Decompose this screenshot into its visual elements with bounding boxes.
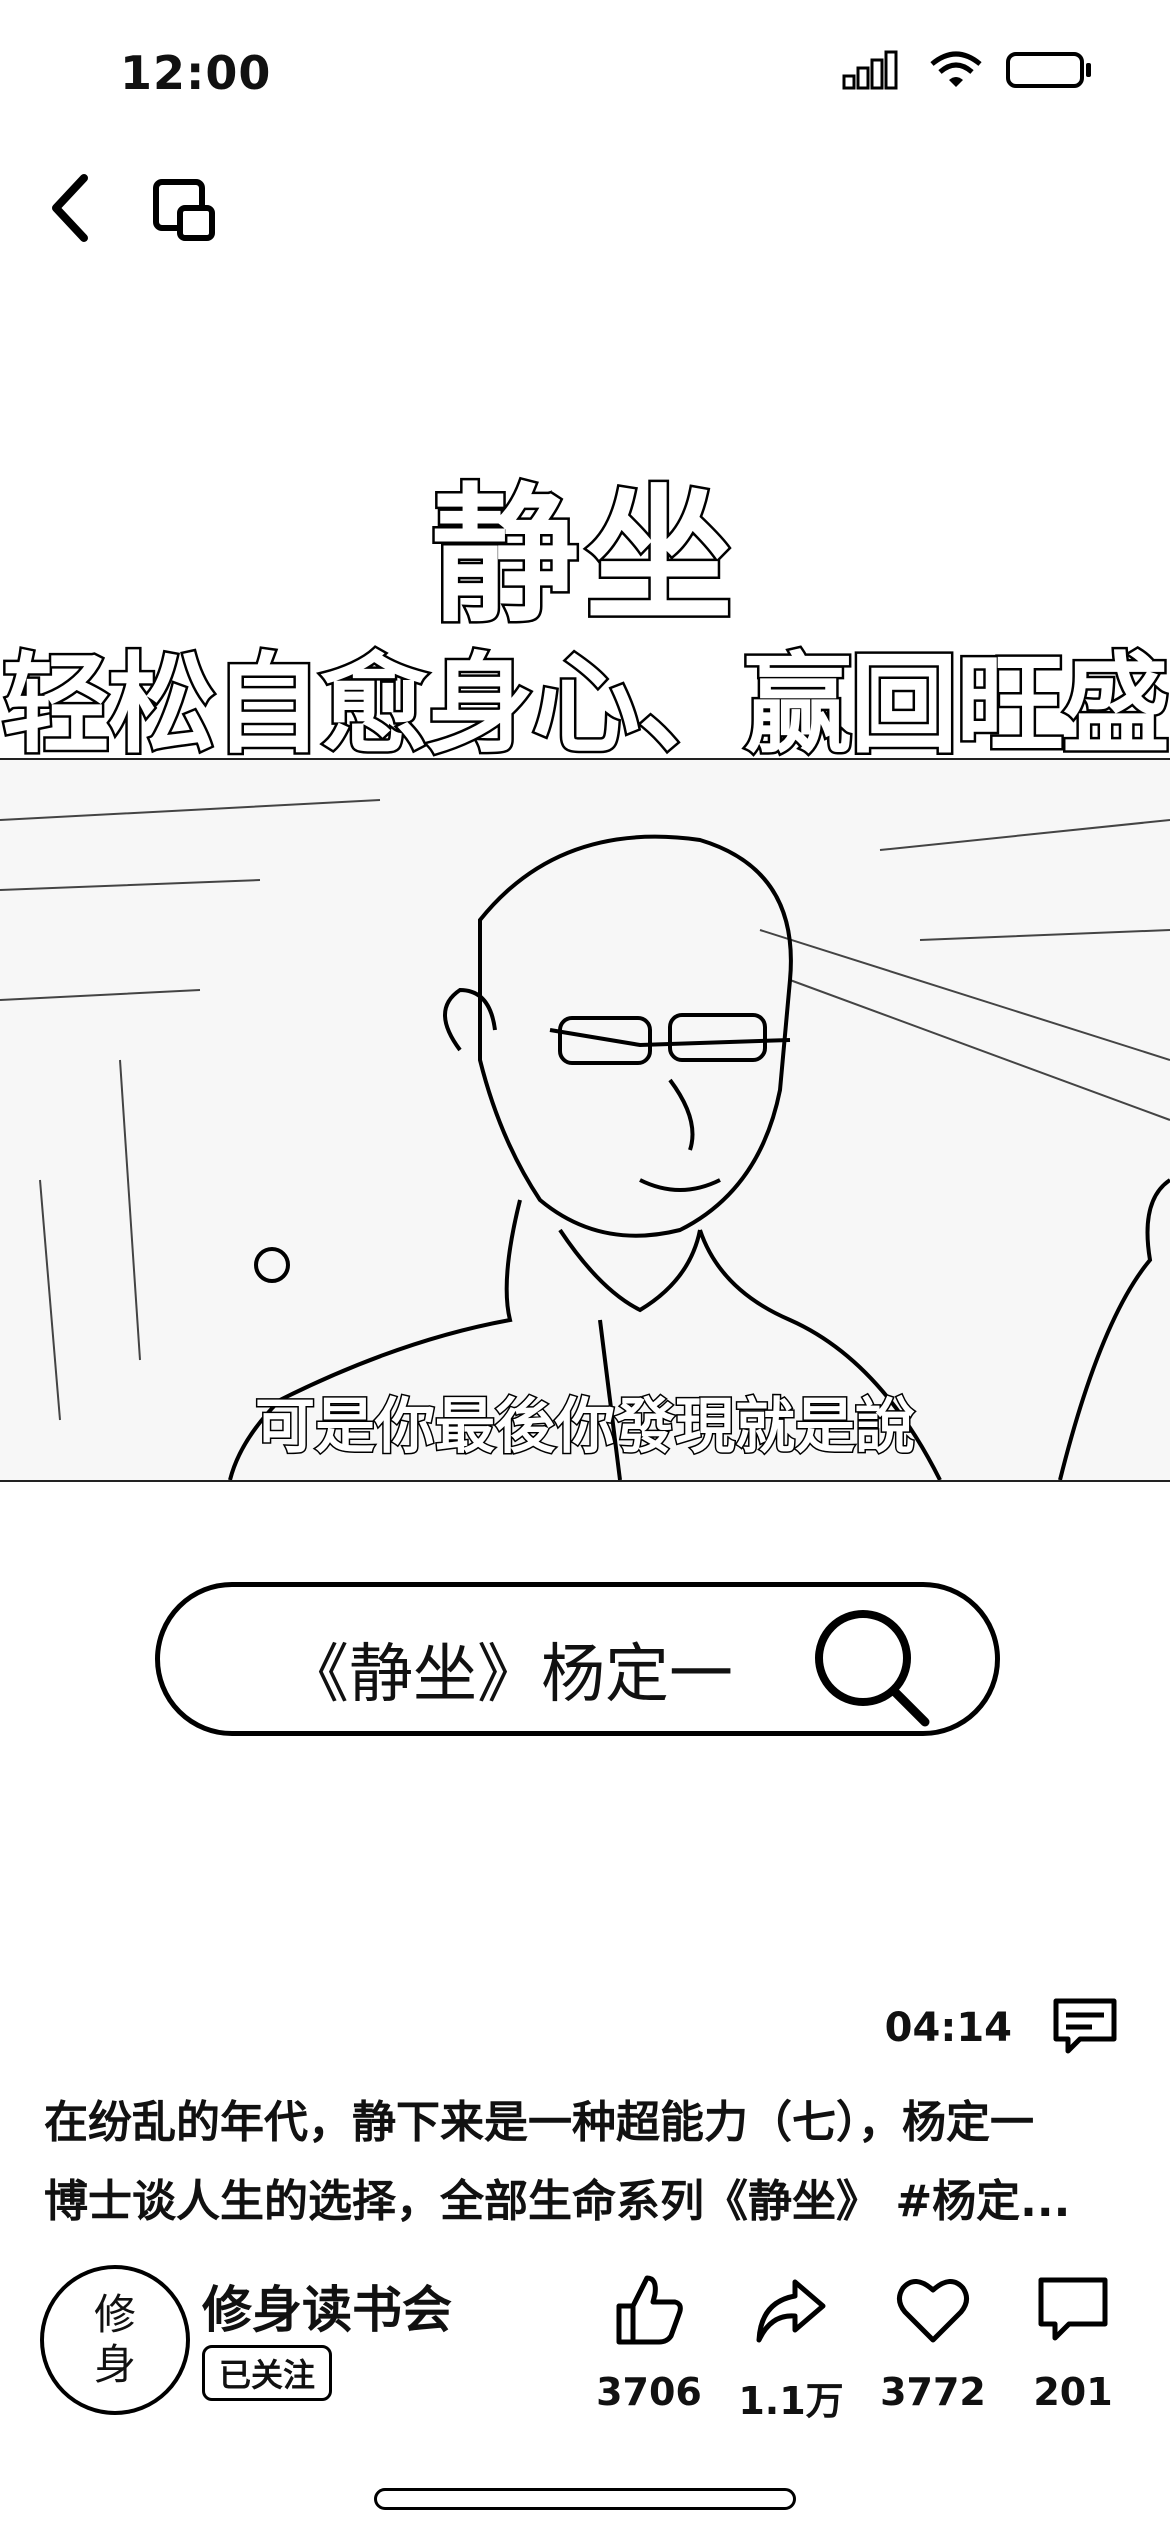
video-subtitle-caption: 可是你最後你發現就是說 (254, 1391, 917, 1464)
status-icons (842, 50, 1092, 90)
video-player[interactable] (0, 758, 1170, 1482)
share-arrow-icon (756, 2279, 826, 2343)
search-icon[interactable] (805, 1600, 935, 1730)
avatar-text-1: 修 (93, 2290, 136, 2339)
status-time: 12:00 (120, 46, 272, 100)
favorite-count: 3772 (880, 2370, 986, 2414)
comment-bubble-icon (1038, 2277, 1108, 2341)
video-description[interactable]: 在纷乱的年代，静下来是一种超能力（七），杨定一 博士谈人生的选择，全部生命系列《… (44, 2083, 1124, 2241)
wifi-icon (930, 51, 982, 87)
back-chevron-icon[interactable] (40, 168, 100, 248)
heart-icon (897, 2279, 969, 2343)
like-button[interactable]: 3706 (584, 2270, 714, 2414)
share-count: 1.1万 (738, 2379, 844, 2423)
thumbs-up-icon (616, 2275, 683, 2345)
description-line-1: 在纷乱的年代，静下来是一种超能力（七），杨定一 (44, 2097, 1034, 2148)
floating-window-icon[interactable] (150, 176, 220, 246)
comment-count: 201 (1033, 2370, 1113, 2414)
account-avatar[interactable]: 修 身 (40, 2265, 190, 2415)
favorite-button[interactable]: 3772 (868, 2270, 998, 2414)
share-button[interactable]: 1.1万 (726, 2270, 856, 2425)
search-query-text: 《静坐》杨定一 (285, 1638, 733, 1712)
transcript-icon[interactable] (1050, 1995, 1120, 2057)
follow-status-badge[interactable]: 已关注 (202, 2345, 333, 2401)
avatar-text-2: 身 (93, 2340, 136, 2389)
comment-button[interactable]: 201 (1008, 2270, 1138, 2414)
battery-icon (1006, 52, 1091, 88)
description-line-2: 博士谈人生的选择，全部生命系列《静坐》 #杨定... (44, 2176, 1071, 2227)
signal-icon (842, 50, 898, 90)
like-count: 3706 (596, 2370, 702, 2414)
account-name[interactable]: 修身读书会 (202, 2270, 452, 2342)
home-indicator[interactable] (374, 2488, 796, 2510)
speaker-illustration (0, 799, 1170, 1480)
video-duration: 04:14 (884, 2005, 1012, 2051)
